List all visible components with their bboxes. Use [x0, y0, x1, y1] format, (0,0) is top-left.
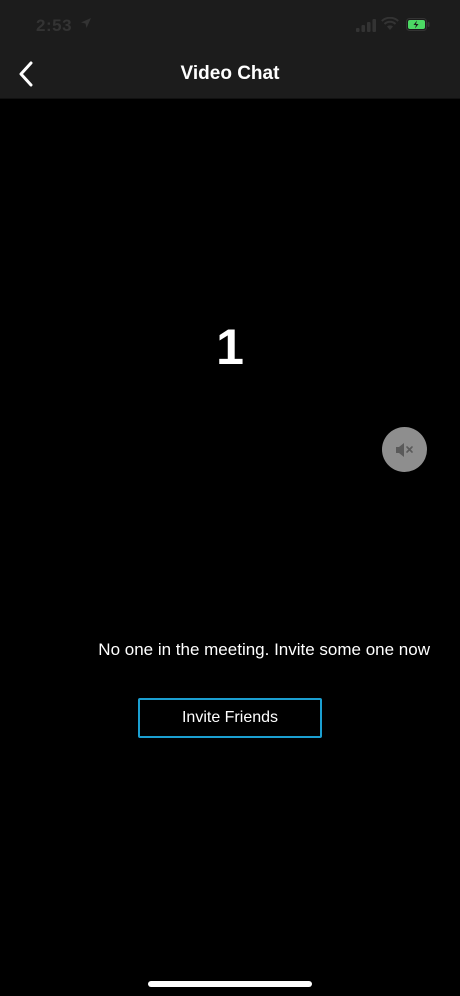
status-bar: 2:53 — [0, 0, 460, 50]
invite-friends-button[interactable]: Invite Friends — [138, 698, 322, 738]
home-indicator[interactable] — [148, 981, 312, 987]
page-title: Video Chat — [180, 63, 280, 84]
navigation-bar: Video Chat — [0, 50, 460, 99]
location-arrow-icon — [81, 18, 91, 28]
wifi-icon — [381, 17, 399, 30]
participant-count: 1 — [216, 319, 244, 375]
speaker-muted-icon — [395, 442, 413, 457]
status-time: 2:53 — [36, 16, 73, 35]
empty-meeting-message: No one in the meeting. Invite some one n… — [98, 640, 430, 659]
signal-bars-icon — [356, 19, 376, 32]
battery-charging-icon — [406, 18, 430, 31]
mute-button[interactable] — [382, 427, 427, 472]
